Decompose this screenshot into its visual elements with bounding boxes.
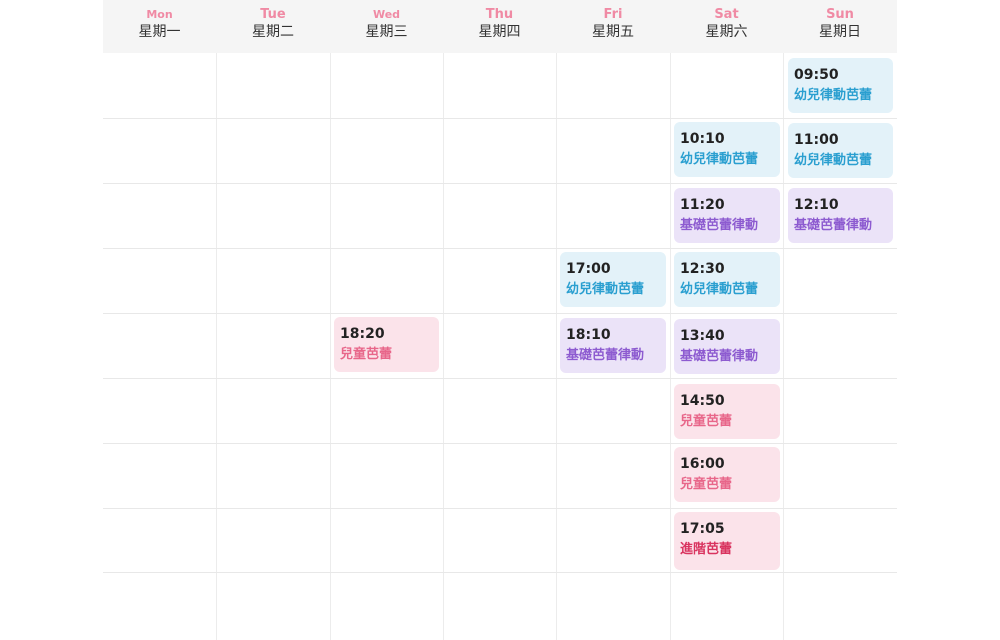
row-divider — [103, 508, 897, 509]
day-header-tue: Tue 星期二 — [216, 0, 330, 53]
class-event-sat-1340[interactable]: 13:40 基礎芭蕾律動 — [674, 319, 780, 374]
class-event-sat-1600[interactable]: 16:00 兒童芭蕾 — [674, 447, 780, 502]
day-zh-label: 星期四 — [478, 24, 521, 40]
day-header-fri: Fri 星期五 — [556, 0, 670, 53]
day-en-label: Wed — [372, 8, 401, 21]
event-class-name: 基礎芭蕾律動 — [680, 218, 759, 233]
class-event-fri-1700[interactable]: 17:00 幼兒律動芭蕾 — [560, 252, 666, 307]
event-time: 16:00 — [680, 456, 725, 472]
day-en-label: Mon — [146, 8, 173, 21]
event-class-name: 基礎芭蕾律動 — [680, 349, 759, 364]
event-class-name: 兒童芭蕾 — [680, 477, 733, 492]
row-divider — [103, 248, 897, 249]
day-en-label: Fri — [603, 7, 623, 22]
weekly-schedule: Mon 星期一 Tue 星期二 Wed 星期三 Thu 星期四 Fri 星期五 … — [103, 0, 897, 640]
day-header-wed: Wed 星期三 — [330, 0, 443, 53]
column-divider — [670, 53, 671, 640]
row-divider — [103, 183, 897, 184]
event-time: 11:20 — [680, 197, 725, 213]
class-event-sun-1100[interactable]: 11:00 幼兒律動芭蕾 — [788, 123, 893, 178]
class-event-wed-1820[interactable]: 18:20 兒童芭蕾 — [334, 317, 439, 372]
class-event-fri-1810[interactable]: 18:10 基礎芭蕾律動 — [560, 318, 666, 373]
event-time: 12:10 — [794, 197, 839, 213]
day-en-label: Sun — [826, 7, 854, 22]
event-time: 17:00 — [566, 261, 611, 277]
event-time: 11:00 — [794, 132, 839, 148]
day-header-thu: Thu 星期四 — [443, 0, 556, 53]
event-class-name: 兒童芭蕾 — [340, 347, 393, 362]
event-time: 14:50 — [680, 393, 725, 409]
event-class-name: 進階芭蕾 — [680, 542, 733, 557]
event-class-name: 幼兒律動芭蕾 — [680, 282, 759, 297]
event-class-name: 基礎芭蕾律動 — [566, 348, 645, 363]
event-time: 12:30 — [680, 261, 725, 277]
event-class-name: 幼兒律動芭蕾 — [566, 282, 645, 297]
class-event-sun-0950[interactable]: 09:50 幼兒律動芭蕾 — [788, 58, 893, 113]
column-divider — [216, 53, 217, 640]
day-zh-label: 星期二 — [252, 24, 294, 40]
event-class-name: 幼兒律動芭蕾 — [680, 152, 759, 167]
day-zh-label: 星期五 — [592, 24, 634, 40]
class-event-sun-1210[interactable]: 12:10 基礎芭蕾律動 — [788, 188, 893, 243]
event-class-name: 兒童芭蕾 — [680, 414, 733, 429]
class-event-sat-1450[interactable]: 14:50 兒童芭蕾 — [674, 384, 780, 439]
day-header-mon: Mon 星期一 — [103, 0, 216, 53]
row-divider — [103, 572, 897, 573]
event-time: 10:10 — [680, 131, 725, 147]
event-time: 13:40 — [680, 328, 725, 344]
class-event-sat-1120[interactable]: 11:20 基礎芭蕾律動 — [674, 188, 780, 243]
event-class-name: 幼兒律動芭蕾 — [794, 153, 873, 168]
day-en-label: Tue — [260, 7, 286, 22]
event-time: 18:20 — [340, 326, 385, 342]
event-class-name: 基礎芭蕾律動 — [794, 218, 873, 233]
day-header-sun: Sun 星期日 — [783, 0, 897, 53]
column-divider — [556, 53, 557, 640]
day-zh-label: 星期一 — [138, 24, 181, 40]
day-zh-label: 星期三 — [365, 24, 408, 40]
event-time: 18:10 — [566, 327, 611, 343]
column-divider — [330, 53, 331, 640]
event-time: 17:05 — [680, 521, 725, 537]
row-divider — [103, 378, 897, 379]
event-class-name: 幼兒律動芭蕾 — [794, 88, 873, 103]
column-divider — [443, 53, 444, 640]
day-zh-label: 星期六 — [705, 24, 748, 40]
day-en-label: Thu — [485, 7, 514, 22]
column-divider — [783, 53, 784, 640]
row-divider — [103, 443, 897, 444]
row-divider — [103, 118, 897, 119]
class-event-sat-1010[interactable]: 10:10 幼兒律動芭蕾 — [674, 122, 780, 177]
day-zh-label: 星期日 — [819, 24, 861, 40]
event-time: 09:50 — [794, 67, 839, 83]
day-header-sat: Sat 星期六 — [670, 0, 783, 53]
day-en-label: Sat — [714, 7, 739, 22]
row-divider — [103, 313, 897, 314]
day-header-row: Mon 星期一 Tue 星期二 Wed 星期三 Thu 星期四 Fri 星期五 … — [103, 0, 897, 53]
class-event-sat-1705[interactable]: 17:05 進階芭蕾 — [674, 512, 780, 570]
class-event-sat-1230[interactable]: 12:30 幼兒律動芭蕾 — [674, 252, 780, 307]
